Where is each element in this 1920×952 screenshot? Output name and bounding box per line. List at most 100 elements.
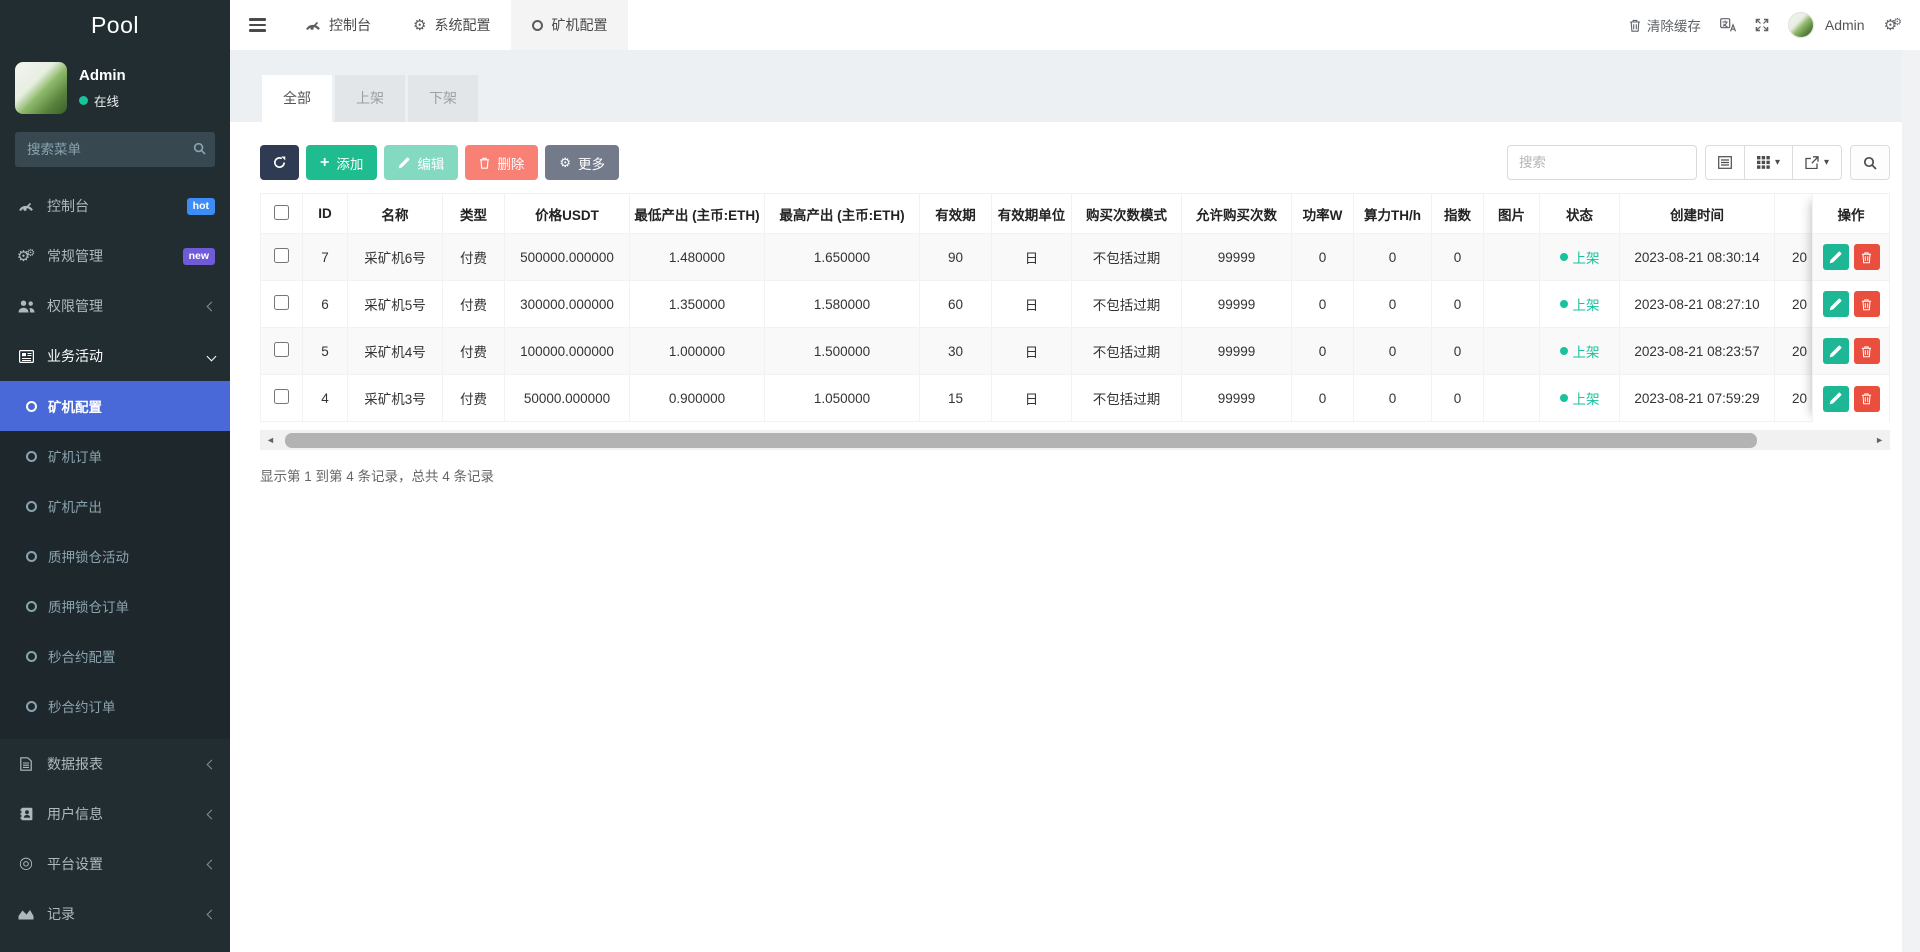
sidebar-item[interactable]: 用户信息: [0, 789, 230, 839]
row-select-cell: [260, 280, 303, 328]
sidebar-subitem[interactable]: 矿机配置: [0, 381, 230, 431]
row-select-cell: [260, 327, 303, 375]
gears-icon: ⚙ ⚙: [16, 247, 36, 265]
tab-off-shelf[interactable]: 下架: [408, 75, 478, 122]
circle-o-icon: [26, 550, 37, 562]
sidebar-toggle-button[interactable]: [230, 0, 284, 50]
add-button[interactable]: + 添加: [306, 145, 378, 180]
tab-on-shelf[interactable]: 上架: [335, 75, 405, 122]
delete-button[interactable]: 删除: [465, 145, 539, 180]
more-button[interactable]: ⚙ 更多: [545, 145, 619, 180]
refresh-button[interactable]: [260, 145, 299, 180]
fullscreen-button[interactable]: [1755, 18, 1769, 32]
cell-period_unit: 日: [991, 280, 1072, 328]
row-edit-button[interactable]: [1822, 244, 1849, 270]
row-checkbox[interactable]: [274, 389, 289, 404]
page-scrollbar-track[interactable]: [1902, 50, 1920, 952]
sidebar-item[interactable]: 数据报表: [0, 739, 230, 789]
column-header: 功率W: [1291, 193, 1354, 234]
horizontal-scrollbar[interactable]: ◄ ►: [260, 430, 1890, 450]
row-edit-button[interactable]: [1822, 291, 1849, 317]
avatar[interactable]: [1787, 12, 1814, 38]
sidebar-subitem-label: 矿机产出: [48, 500, 102, 515]
sidebar-item-label: 业务活动: [47, 348, 103, 364]
row-edit-button[interactable]: [1822, 385, 1849, 412]
row-checkbox[interactable]: [274, 248, 289, 263]
cell-buy_limit: 99999: [1181, 280, 1292, 328]
content-panel: + 添加 编辑 删除 ⚙ 更多 搜索 ▾ ▾ ID 名称 类型 价格USDT 最…: [230, 122, 1920, 952]
column-header: 创建时间: [1619, 193, 1775, 234]
column-header: 类型: [442, 193, 505, 234]
status-dot-icon: [1559, 394, 1568, 402]
status-badge: 上架: [1559, 247, 1600, 267]
edit-button[interactable]: 编辑: [384, 145, 459, 180]
sidebar-item[interactable]: 控制台 hot: [0, 181, 230, 231]
user-status: 在线: [79, 91, 126, 110]
language-button[interactable]: [1719, 18, 1736, 32]
fullscreen-icon: [1755, 18, 1769, 32]
columns-button[interactable]: ▾: [1744, 145, 1793, 180]
status-label: 上架: [1572, 251, 1600, 266]
sidebar-subitem[interactable]: 矿机产出: [0, 481, 230, 531]
chevron-left-icon: [206, 301, 217, 311]
ops-column: 操作: [1812, 193, 1890, 422]
cell-name: 采矿机6号: [347, 233, 443, 281]
column-header: 有效期: [919, 193, 992, 234]
circle-o-icon: [26, 400, 37, 412]
row-edit-button[interactable]: [1822, 338, 1849, 364]
circle-o-icon: [26, 600, 37, 612]
cell-buy_mode: 不包括过期: [1071, 280, 1182, 328]
sidebar-item[interactable]: 业务活动: [0, 331, 230, 381]
search-submit-button[interactable]: [1850, 145, 1890, 180]
data-table-wrap: ID 名称 类型 价格USDT 最低产出 (主币:ETH) 最高产出 (主币:ETH) 有效…: [260, 193, 1890, 422]
status-label: 上架: [1572, 392, 1600, 407]
row-delete-button[interactable]: [1853, 291, 1880, 317]
select-all-checkbox[interactable]: [274, 204, 289, 220]
sidebar-subitem[interactable]: 矿机订单: [0, 431, 230, 481]
column-header: 图片: [1483, 193, 1540, 234]
circle-o-icon: [26, 650, 37, 662]
settings-button[interactable]: ⚙ ⚙: [1884, 17, 1902, 33]
sidebar-search-input[interactable]: [15, 132, 215, 167]
sidebar-subitem[interactable]: 秒合约配置: [0, 631, 230, 681]
bullseye-icon: ◎: [19, 855, 33, 872]
row-delete-button[interactable]: [1853, 244, 1880, 270]
table-row: 6 采矿机5号 付费 300000.000000 1.350000 1.580000 60 日…: [260, 280, 1890, 328]
select-all-cell: [260, 193, 303, 234]
sidebar-item[interactable]: ◎ 平台设置: [0, 839, 230, 889]
cell-hashrate: 0: [1353, 327, 1432, 375]
cell-min_output: 1.480000: [629, 233, 765, 281]
export-button[interactable]: ▾: [1792, 145, 1842, 180]
column-header: 允许购买次数: [1181, 193, 1292, 234]
sidebar-subitem[interactable]: 质押锁仓订单: [0, 581, 230, 631]
sidebar-item[interactable]: ⚙ ⚙ 常规管理 new: [0, 231, 230, 281]
chevron-down-icon: [206, 351, 217, 361]
status-label: 上架: [1572, 298, 1600, 313]
row-delete-button[interactable]: [1853, 338, 1880, 364]
cell-min_output: 1.350000: [629, 280, 765, 328]
sidebar-subitem[interactable]: 秒合约订单: [0, 681, 230, 731]
cell-buy_limit: 99999: [1181, 327, 1292, 375]
scroll-left-arrow[interactable]: ◄: [264, 435, 277, 445]
clear-cache-button[interactable]: 清除缓存: [1629, 15, 1701, 35]
sidebar-item[interactable]: 记录: [0, 889, 230, 939]
scrollbar-thumb[interactable]: [284, 432, 1757, 448]
table-search-input[interactable]: [1506, 145, 1697, 180]
topbar-tab[interactable]: 矿机配置: [511, 0, 629, 50]
sidebar-item[interactable]: 权限管理: [0, 281, 230, 331]
column-header: 最低产出 (主币:ETH): [629, 193, 765, 234]
row-delete-button[interactable]: [1853, 385, 1880, 412]
topbar-tab[interactable]: ⚙ 系统配置: [392, 0, 511, 50]
row-checkbox[interactable]: [274, 342, 289, 357]
cell-buy_limit: 99999: [1181, 233, 1292, 281]
export-icon: [1805, 156, 1819, 169]
cell-type: 付费: [442, 327, 505, 375]
sidebar-subitem[interactable]: 质押锁仓活动: [0, 531, 230, 581]
ops-row: [1813, 281, 1889, 328]
tab-all[interactable]: 全部: [262, 75, 332, 122]
scroll-right-arrow[interactable]: ►: [1873, 435, 1886, 445]
detail-view-button[interactable]: [1704, 145, 1745, 180]
topbar-tab[interactable]: 控制台: [284, 0, 392, 50]
row-checkbox[interactable]: [274, 295, 289, 310]
filter-tabs: 全部 上架 下架: [262, 75, 1920, 122]
